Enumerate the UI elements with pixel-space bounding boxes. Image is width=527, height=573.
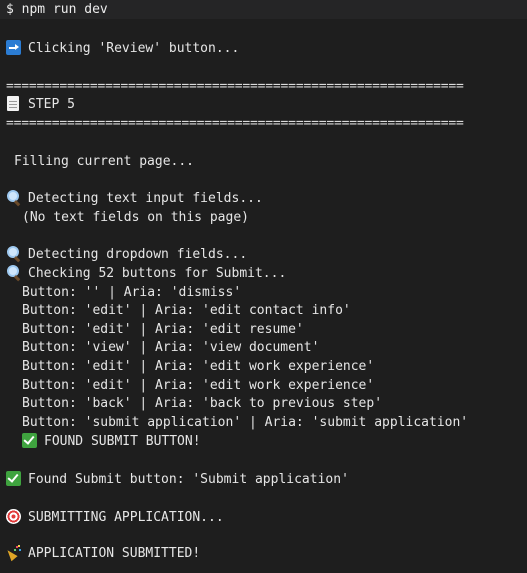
terminal-title-bar: $ npm run dev — [0, 0, 527, 19]
page-icon — [7, 96, 19, 111]
log-line-button: Button: 'edit' | Aria: 'edit resume' — [22, 322, 304, 337]
log-line-detecting-text: Detecting text input fields... — [6, 190, 263, 208]
log-line-found-submit-button: Found Submit button: 'Submit application… — [6, 471, 349, 489]
log-text: Clicking 'Review' button... — [28, 41, 240, 56]
log-line-filling: Filling current page... — [14, 154, 195, 169]
right-arrow-icon — [6, 40, 21, 55]
log-line-step: STEP 5 — [6, 96, 75, 114]
log-line-detecting-dropdown: Detecting dropdown fields... — [6, 246, 247, 264]
log-line-button: Button: '' | Aria: 'dismiss' — [22, 285, 242, 300]
step-label: STEP 5 — [28, 97, 75, 112]
log-line-submitted: APPLICATION SUBMITTED! — [6, 545, 200, 563]
party-popper-icon — [6, 545, 21, 560]
log-line-no-text-fields: (No text fields on this page) — [22, 210, 249, 225]
log-line-button: Button: 'view' | Aria: 'view document' — [22, 340, 320, 355]
check-icon — [22, 433, 37, 448]
log-line-submitting: SUBMITTING APPLICATION... — [6, 509, 224, 527]
log-line-button: Button: 'edit' | Aria: 'edit work experi… — [22, 378, 375, 393]
separator-line: ========================================… — [6, 79, 464, 94]
command-prompt: $ npm run dev — [6, 2, 108, 17]
log-text: APPLICATION SUBMITTED! — [28, 546, 201, 561]
log-text: Detecting text input fields... — [28, 191, 263, 206]
log-line-checking-buttons: Checking 52 buttons for Submit... — [6, 265, 286, 283]
log-text: SUBMITTING APPLICATION... — [28, 510, 224, 525]
search-icon — [6, 265, 21, 280]
log-line-button: Button: 'edit' | Aria: 'edit contact inf… — [22, 303, 351, 318]
terminal-output[interactable]: Clicking 'Review' button... ============… — [0, 19, 527, 573]
search-icon — [6, 246, 21, 261]
log-text: Detecting dropdown fields... — [28, 247, 248, 262]
log-text: FOUND SUBMIT BUTTON! — [44, 434, 201, 449]
separator-line: ========================================… — [6, 116, 464, 131]
log-line-clicking-review: Clicking 'Review' button... — [6, 40, 239, 58]
target-icon — [6, 509, 21, 524]
log-text: Found Submit button: 'Submit application… — [28, 472, 349, 487]
log-line-button: Button: 'submit application' | Aria: 'su… — [22, 415, 469, 430]
log-line-button: Button: 'back' | Aria: 'back to previous… — [22, 396, 383, 411]
log-line-found-submit: FOUND SUBMIT BUTTON! — [22, 433, 201, 451]
search-icon — [6, 190, 21, 205]
log-text: Checking 52 buttons for Submit... — [28, 266, 287, 281]
log-line-button: Button: 'edit' | Aria: 'edit work experi… — [22, 359, 375, 374]
check-icon — [6, 471, 21, 486]
